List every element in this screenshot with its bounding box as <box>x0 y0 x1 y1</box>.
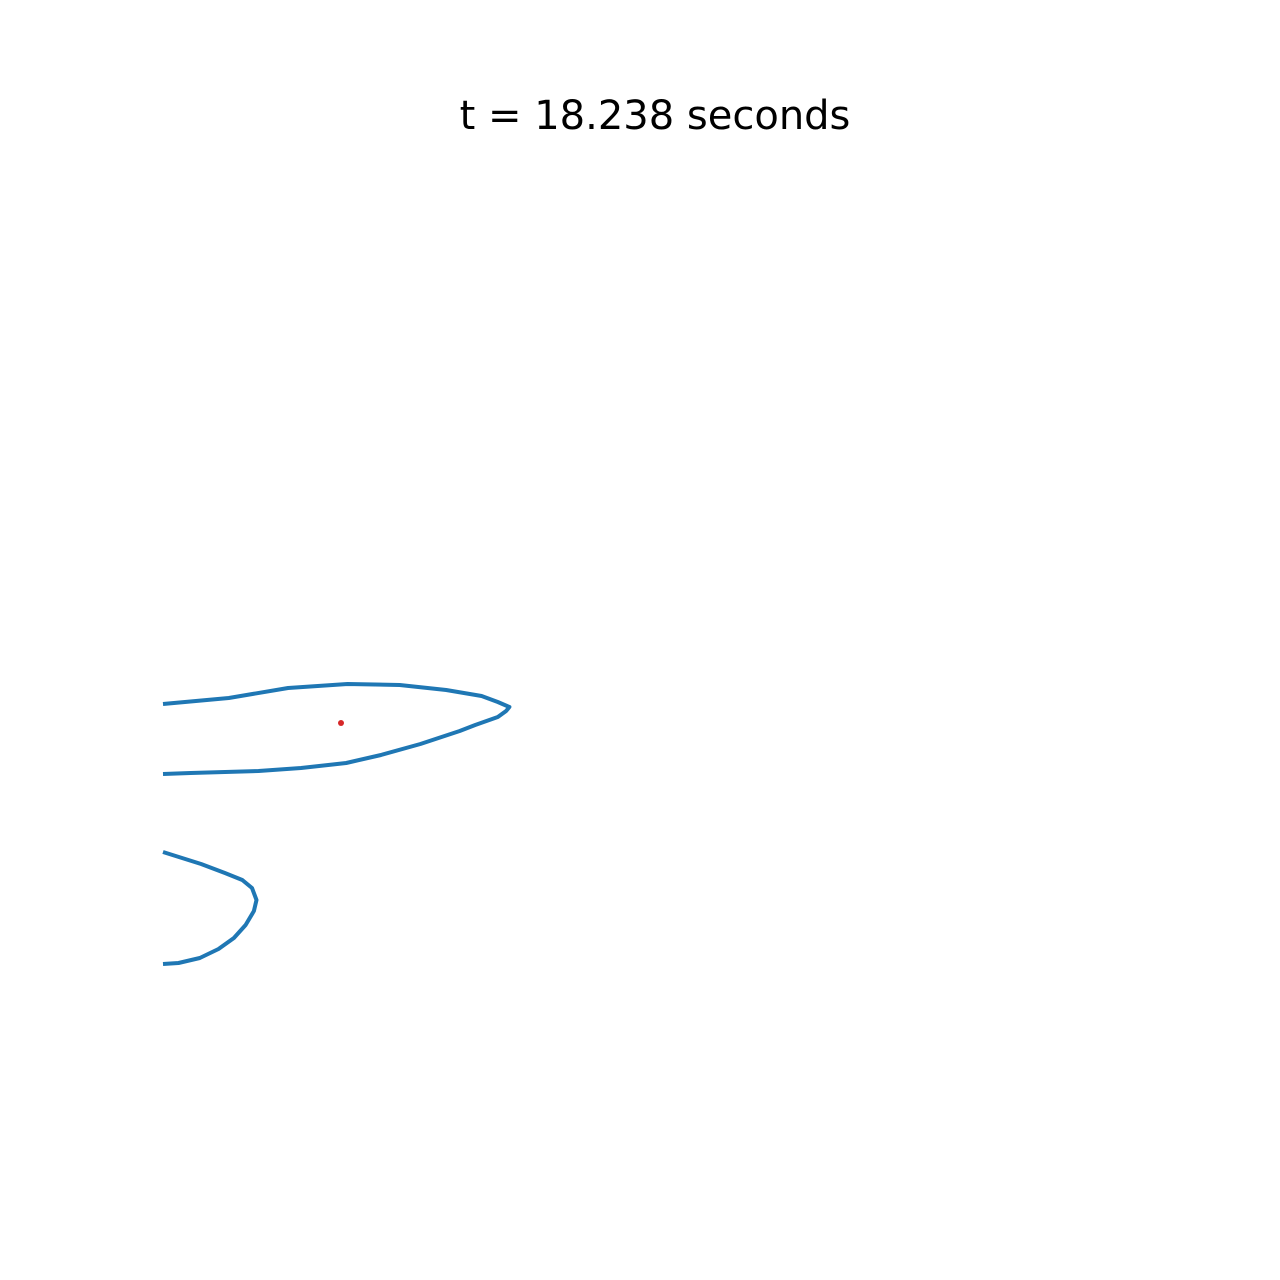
plot-area <box>162 682 512 966</box>
series-line-2 <box>162 850 259 966</box>
series-line-1 <box>162 682 512 776</box>
position-marker-1 <box>338 720 344 726</box>
